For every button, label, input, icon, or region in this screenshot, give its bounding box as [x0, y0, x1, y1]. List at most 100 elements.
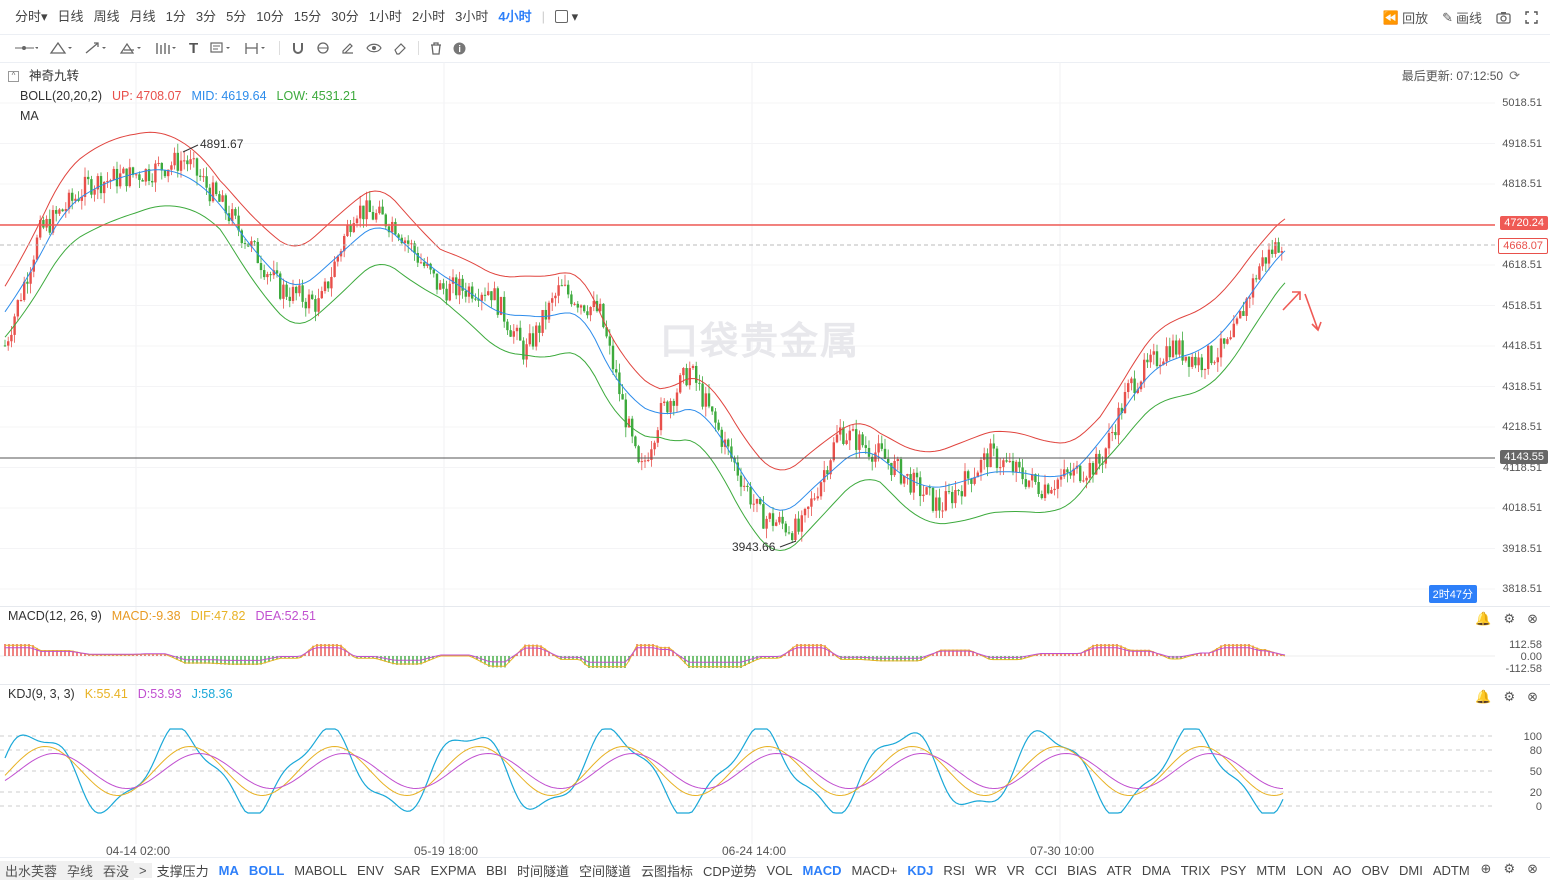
close-icon[interactable]: ⊗	[1527, 861, 1538, 877]
horizontal-line-tool[interactable]	[14, 40, 38, 56]
candle-body	[599, 303, 602, 312]
period-4h[interactable]: 4小时	[493, 8, 536, 26]
draw-line-button[interactable]: ✎ 画线	[1442, 8, 1482, 27]
indicator-tab-33[interactable]: ADTM	[1428, 863, 1475, 878]
indicator-tab-15[interactable]: VOL	[761, 863, 797, 878]
indicator-tab-24[interactable]: ATR	[1102, 863, 1137, 878]
refresh-icon[interactable]: ⟳	[1509, 68, 1520, 84]
candle-body	[557, 285, 560, 296]
scroll-right-icon[interactable]: >	[134, 863, 152, 878]
indicator-tab-31[interactable]: OBV	[1357, 863, 1394, 878]
indicator-tab-32[interactable]: DMI	[1394, 863, 1428, 878]
period-daily[interactable]: 日线	[53, 8, 89, 26]
gear-icon[interactable]: ⚙	[1503, 861, 1515, 877]
candle-body	[42, 220, 45, 228]
macd-label[interactable]: MACD(12, 26, 9)	[8, 609, 102, 623]
gear-icon[interactable]: ⚙	[1503, 689, 1515, 705]
chart-type-dropdown[interactable]: ▾	[550, 8, 583, 26]
candle-body	[608, 336, 611, 346]
period-5min[interactable]: 5分	[221, 8, 251, 26]
indicator-tab-1[interactable]: 孕线	[62, 861, 99, 880]
indicator-tab-13[interactable]: 云图指标	[636, 861, 698, 880]
indicator-tab-3[interactable]: 支撑压力	[152, 861, 214, 880]
indicator-tab-12[interactable]: 空间隧道	[574, 861, 636, 880]
period-weekly[interactable]: 周线	[89, 8, 125, 26]
fib-tool[interactable]	[154, 40, 178, 56]
period-15min[interactable]: 15分	[289, 8, 326, 26]
bell-icon[interactable]: 🔔	[1475, 689, 1491, 705]
indicator-tab-2[interactable]: 吞没	[98, 861, 135, 880]
indicator-tab-19[interactable]: RSI	[938, 863, 970, 878]
indicator-tab-20[interactable]: WR	[970, 863, 1002, 878]
kdj-label[interactable]: KDJ(9, 3, 3)	[8, 687, 75, 701]
add-indicator-icon[interactable]: ⊕	[1481, 861, 1492, 877]
screenshot-button[interactable]	[1496, 11, 1511, 24]
candle-body	[432, 269, 435, 274]
triangle-tool[interactable]	[49, 40, 73, 56]
period-3h[interactable]: 3小时	[450, 8, 493, 26]
bell-icon[interactable]: 🔔	[1475, 611, 1491, 627]
edit-tool[interactable]	[341, 40, 355, 56]
period-intraday[interactable]: 分时▾	[10, 8, 53, 26]
period-3min[interactable]: 3分	[191, 8, 221, 26]
continuous-draw-tool[interactable]	[316, 40, 330, 56]
indicator-tab-16[interactable]: MACD	[797, 863, 846, 878]
indicator-tab-14[interactable]: CDP逆势	[698, 861, 761, 880]
indicator-tab-23[interactable]: BIAS	[1062, 863, 1102, 878]
indicator-tab-22[interactable]: CCI	[1030, 863, 1062, 878]
indicator-tab-25[interactable]: DMA	[1137, 863, 1176, 878]
fullscreen-button[interactable]	[1525, 11, 1538, 24]
period-1h[interactable]: 1小时	[364, 8, 407, 26]
indicator-tab-29[interactable]: LON	[1291, 863, 1328, 878]
close-icon[interactable]: ⊗	[1527, 611, 1538, 627]
macd-legend: MACD(12, 26, 9) MACD:-9.38 DIF:47.82 DEA…	[8, 609, 316, 623]
indicator-tab-6[interactable]: MABOLL	[289, 863, 352, 878]
indicator-tab-10[interactable]: BBI	[481, 863, 512, 878]
indicator-tab-9[interactable]: EXPMA	[425, 863, 481, 878]
pattern-tool[interactable]	[119, 40, 143, 56]
replay-button[interactable]: ⏪ 回放	[1383, 8, 1428, 27]
candle-body	[1104, 448, 1107, 464]
candle-body	[803, 508, 807, 516]
indicator-tab-21[interactable]: VR	[1002, 863, 1030, 878]
candle-body	[707, 393, 711, 407]
period-10min[interactable]: 10分	[251, 8, 288, 26]
candle-body	[547, 302, 551, 320]
indicator-tab-30[interactable]: AO	[1328, 863, 1357, 878]
gear-icon[interactable]: ⚙	[1503, 611, 1515, 627]
indicator-tab-0[interactable]: 出水芙蓉	[0, 861, 63, 880]
candle-body	[845, 440, 848, 444]
visibility-tool[interactable]	[366, 40, 382, 56]
indicator-tab-5[interactable]: BOLL	[244, 863, 289, 878]
candle-body	[1047, 484, 1050, 494]
magnet-tool[interactable]	[291, 40, 305, 56]
candle-body	[119, 173, 122, 187]
period-30min[interactable]: 30分	[326, 8, 363, 26]
text-tool[interactable]: T	[189, 40, 198, 57]
boll-label[interactable]: BOLL(20,20,2)	[20, 86, 102, 106]
info-tool[interactable]	[453, 40, 466, 56]
collapse-toggle[interactable]: ^	[8, 70, 19, 82]
indicator-tab-28[interactable]: MTM	[1251, 863, 1291, 878]
indicator-tab-26[interactable]: TRIX	[1176, 863, 1216, 878]
indicator-tab-27[interactable]: PSY	[1215, 863, 1251, 878]
indicator-tab-4[interactable]: MA	[214, 863, 244, 878]
indicator-tab-17[interactable]: MACD+	[846, 863, 902, 878]
period-1min[interactable]: 1分	[161, 8, 191, 26]
candle-body	[800, 515, 803, 532]
indicator-tab-18[interactable]: KDJ	[902, 863, 938, 878]
indicator-tab-8[interactable]: SAR	[389, 863, 426, 878]
delete-tool[interactable]	[430, 40, 442, 56]
period-2h[interactable]: 2小时	[407, 8, 450, 26]
eraser-tool[interactable]	[393, 40, 407, 56]
candle-body	[234, 209, 237, 216]
candle-body	[992, 443, 995, 449]
indicator-tab-7[interactable]: ENV	[352, 863, 389, 878]
indicator-tab-11[interactable]: 时间隧道	[512, 861, 574, 880]
close-icon[interactable]: ⊗	[1527, 689, 1538, 705]
range-tool[interactable]	[244, 40, 268, 56]
ma-label[interactable]: MA	[20, 106, 39, 126]
arrow-tool[interactable]	[84, 40, 108, 56]
note-tool[interactable]	[209, 40, 233, 56]
period-monthly[interactable]: 月线	[125, 8, 161, 26]
